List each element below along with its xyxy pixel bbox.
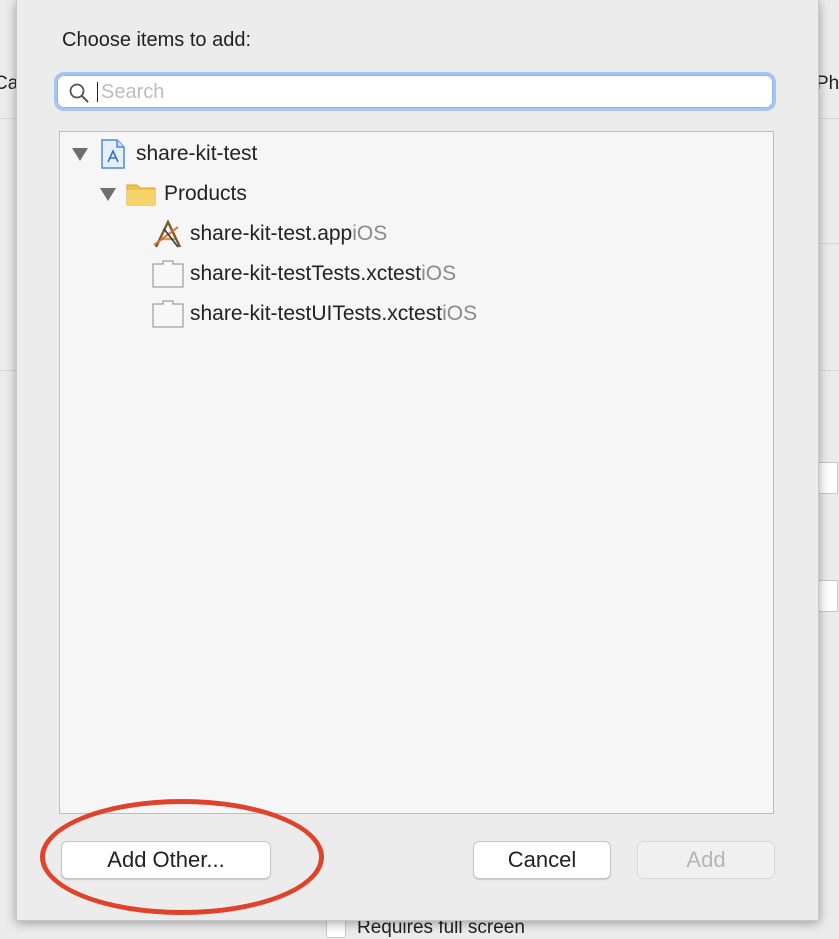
item-name: share-kit-testUITests.xctest — [190, 302, 443, 325]
tree-row-item[interactable]: share-kit-test.app iOS — [152, 218, 387, 250]
background-divider — [0, 370, 16, 371]
add-items-dialog: Choose items to add: share-kit-test — [16, 0, 819, 921]
search-input[interactable] — [99, 78, 763, 107]
background-tab-fragment-right: Ph — [816, 73, 839, 94]
background-divider — [818, 118, 839, 119]
dialog-title: Choose items to add: — [62, 29, 251, 51]
background-divider — [818, 370, 839, 371]
background-field — [818, 580, 838, 612]
search-field[interactable] — [57, 75, 773, 108]
add-button[interactable]: Add — [637, 841, 775, 879]
folder-icon — [126, 184, 156, 206]
text-caret — [97, 82, 98, 102]
app-icon — [153, 219, 182, 248]
search-icon — [69, 83, 89, 103]
platform-label: iOS — [442, 302, 478, 325]
item-name: share-kit-testTests.xctest — [190, 262, 422, 285]
platform-label: iOS — [352, 222, 388, 245]
xctest-bundle-icon — [152, 300, 184, 328]
xcode-project-icon — [101, 139, 125, 169]
background-field — [818, 462, 838, 494]
background-divider — [0, 118, 16, 119]
disclosure-triangle-icon[interactable] — [72, 147, 88, 161]
disclosure-triangle-icon[interactable] — [100, 187, 116, 201]
item-name: share-kit-test.app — [190, 222, 353, 245]
tree-row-item[interactable]: share-kit-testTests.xctest iOS — [152, 258, 456, 290]
targets-outline-view[interactable]: share-kit-test Products share-kit-test.a… — [59, 131, 774, 814]
project-name: share-kit-test — [136, 142, 258, 165]
background-checkbox — [326, 918, 346, 938]
cancel-button[interactable]: Cancel — [473, 841, 611, 879]
platform-label: iOS — [421, 262, 457, 285]
tree-row-group[interactable]: Products — [60, 178, 247, 210]
xctest-bundle-icon — [152, 260, 184, 288]
tree-row-project[interactable]: share-kit-test — [60, 138, 257, 170]
group-name: Products — [164, 182, 247, 205]
tree-row-item[interactable]: share-kit-testUITests.xctest iOS — [152, 298, 477, 330]
annotation-ellipse — [40, 799, 324, 915]
background-divider — [818, 243, 839, 244]
